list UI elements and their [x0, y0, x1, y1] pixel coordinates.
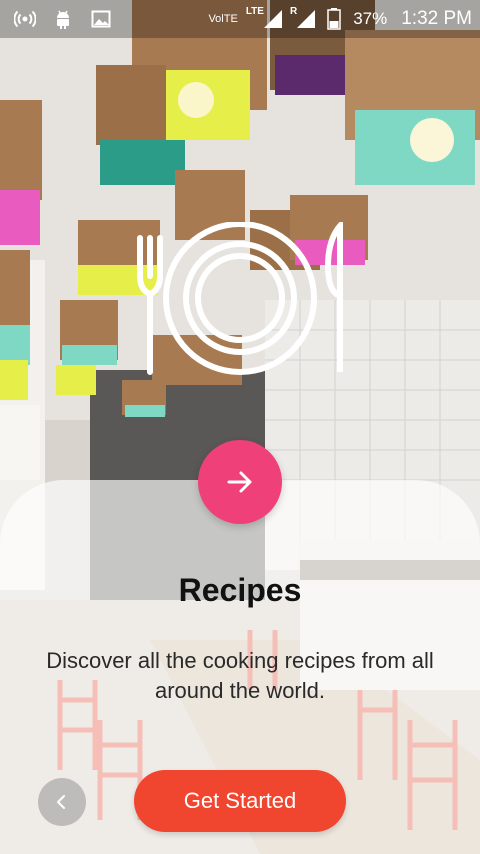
onboarding-title: Recipes: [178, 572, 302, 608]
battery-percent: 37%: [353, 9, 388, 28]
next-button[interactable]: [198, 440, 282, 524]
chevron-left-icon: [57, 795, 65, 809]
battery-icon: [323, 8, 345, 30]
hotspot-icon: [14, 8, 36, 30]
signal-icon: [295, 8, 317, 30]
clock: 1:32 PM: [401, 8, 472, 29]
signal-label-lte: LTE: [245, 5, 264, 17]
android-icon: [52, 8, 74, 30]
plate-cutlery-icon: [130, 217, 350, 380]
network-type: VolTE: [208, 13, 238, 25]
onboarding-description: Discover all the cooking recipes from al…: [46, 648, 434, 703]
signal-icon: [262, 8, 284, 30]
get-started-button[interactable]: Get Started: [134, 770, 346, 832]
image-icon: [90, 8, 112, 30]
status-bar: VolTE LTE R 37% 1:32 PM: [0, 0, 480, 38]
signal-label-roaming: R: [289, 5, 298, 17]
back-button[interactable]: [38, 778, 86, 826]
arrow-right-icon: [227, 471, 252, 493]
